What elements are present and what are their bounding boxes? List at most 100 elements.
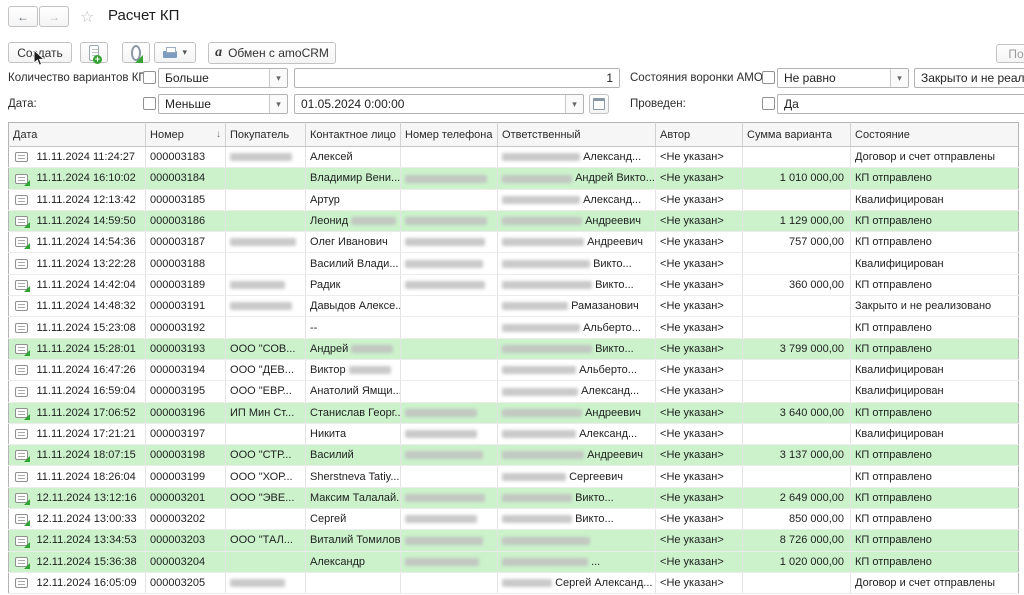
responsible-cell: Александ... — [498, 381, 656, 402]
amo-state-op-select[interactable]: Не равно ▾ — [777, 68, 909, 88]
author-cell: <Не указан> — [656, 210, 743, 231]
table-row[interactable]: 12.11.2024 13:12:16000003201ООО "ЭВЕ...М… — [9, 487, 1019, 508]
date-filter-checkbox[interactable] — [143, 97, 156, 110]
redacted-text — [405, 558, 479, 566]
chevron-down-icon[interactable]: ▾ — [565, 95, 583, 113]
contact-cell: Станислав Георг... — [306, 402, 401, 423]
redacted-text — [405, 430, 477, 438]
sum-cell: 360 000,00 — [743, 274, 851, 295]
contact-cell: Сергей — [306, 509, 401, 530]
table-row[interactable]: 11.11.2024 14:59:50000003186Леонид Андре… — [9, 210, 1019, 231]
table-row[interactable]: 11.11.2024 16:47:26000003194ООО "ДЕВ...В… — [9, 359, 1019, 380]
row-status-cell — [9, 487, 33, 508]
amo-state-filter-checkbox[interactable] — [762, 71, 775, 84]
number-cell: 000003188 — [146, 253, 226, 274]
sum-cell: 3 640 000,00 — [743, 402, 851, 423]
table-row[interactable]: 11.11.2024 18:07:15000003198ООО "СТР...В… — [9, 445, 1019, 466]
sum-cell — [743, 189, 851, 210]
date-op-select[interactable]: Меньше ▾ — [158, 94, 288, 114]
column-header-responsible[interactable]: Ответственный — [498, 123, 656, 147]
table-row[interactable]: 11.11.2024 16:10:02000003184Владимир Вен… — [9, 168, 1019, 189]
table-row[interactable]: 12.11.2024 16:05:09000003205 Сергей Алек… — [9, 572, 1019, 593]
posted-document-icon — [15, 344, 28, 354]
search-box[interactable]: Поиск — [996, 44, 1024, 63]
author-cell: <Не указан> — [656, 509, 743, 530]
buyer-cell — [226, 189, 306, 210]
column-header-contact[interactable]: Контактное лицо — [306, 123, 401, 147]
posted-filter-checkbox[interactable] — [762, 97, 775, 110]
nav-forward-button[interactable]: → — [39, 6, 69, 27]
table-header-row: Дата ↓ Номер Покупатель Контактное лицо … — [9, 123, 1019, 147]
contact-cell: Давыдов Алексе... — [306, 296, 401, 317]
column-header-state[interactable]: Состояние — [851, 123, 1019, 147]
table-row[interactable]: 12.11.2024 15:36:38000003204Александр ..… — [9, 551, 1019, 572]
amo-state-filter-label: Состояния воронки АМО: — [630, 72, 766, 84]
redacted-text — [502, 217, 582, 225]
posted-value-input[interactable]: Да — [777, 94, 1024, 114]
date-calendar-button[interactable] — [589, 94, 609, 114]
create-copy-button[interactable]: + — [80, 42, 108, 63]
contact-cell: Алексей — [306, 147, 401, 168]
column-header-date[interactable]: Дата — [9, 123, 146, 147]
chevron-down-icon[interactable]: ▾ — [890, 69, 908, 87]
responsible-cell: Александ... — [498, 423, 656, 444]
redacted-text — [502, 515, 572, 523]
redacted-text — [405, 175, 487, 183]
redacted-text — [405, 537, 483, 545]
phone-cell — [401, 147, 498, 168]
table-row[interactable]: 11.11.2024 15:23:08000003192-- Альберто.… — [9, 317, 1019, 338]
column-header-phone[interactable]: Номер телефона — [401, 123, 498, 147]
buyer-cell: ООО "СОВ... — [226, 338, 306, 359]
table-row[interactable]: 11.11.2024 14:54:36000003187Олег Иванови… — [9, 232, 1019, 253]
set-interval-button[interactable] — [122, 42, 150, 63]
redacted-text — [502, 196, 580, 204]
responsible-cell: Викто... — [498, 274, 656, 295]
variants-value-input[interactable]: 1 — [294, 68, 620, 88]
nav-back-button[interactable]: ← — [8, 6, 38, 27]
column-header-number[interactable]: ↓ Номер — [146, 123, 226, 147]
table-row[interactable]: 11.11.2024 12:13:42000003185Артур Алекса… — [9, 189, 1019, 210]
column-header-author[interactable]: Автор — [656, 123, 743, 147]
contact-cell: Олег Иванович — [306, 232, 401, 253]
row-status-cell — [9, 189, 33, 210]
phone-cell — [401, 189, 498, 210]
table-row[interactable]: 11.11.2024 14:48:32000003191Давыдов Алек… — [9, 296, 1019, 317]
variants-filter-checkbox[interactable] — [143, 71, 156, 84]
chevron-down-icon[interactable]: ▾ — [269, 95, 287, 113]
table-row[interactable]: 11.11.2024 13:22:28000003188Василий Влад… — [9, 253, 1019, 274]
table-row[interactable]: 11.11.2024 14:42:04000003189Радик Викто.… — [9, 274, 1019, 295]
number-cell: 000003185 — [146, 189, 226, 210]
contact-cell: Артур — [306, 189, 401, 210]
table-row[interactable]: 12.11.2024 13:00:33000003202Сергей Викто… — [9, 509, 1019, 530]
table-row[interactable]: 11.11.2024 16:59:04000003195ООО "ЕВР...А… — [9, 381, 1019, 402]
table-row[interactable]: 12.11.2024 13:34:53000003203ООО "ТАЛ...В… — [9, 530, 1019, 551]
redacted-text — [230, 579, 285, 587]
column-header-buyer[interactable]: Покупатель — [226, 123, 306, 147]
interval-circle-icon — [131, 45, 141, 61]
redacted-text — [502, 345, 592, 353]
amocrm-exchange-button[interactable]: a Обмен с amoCRM — [208, 42, 336, 64]
print-button[interactable]: ▾ — [154, 42, 196, 63]
redacted-text — [502, 260, 590, 268]
phone-cell — [401, 168, 498, 189]
table-row[interactable]: 11.11.2024 15:28:01000003193ООО "СОВ...А… — [9, 338, 1019, 359]
chevron-down-icon[interactable]: ▾ — [269, 69, 287, 87]
number-cell: 000003197 — [146, 423, 226, 444]
number-cell: 000003201 — [146, 487, 226, 508]
amo-state-value-input[interactable]: Закрыто и не реализовано — [914, 68, 1024, 88]
table-row[interactable]: 11.11.2024 11:24:27000003183Алексей Алек… — [9, 147, 1019, 168]
number-cell: 000003203 — [146, 530, 226, 551]
date-cell: 11.11.2024 13:22:28 — [33, 253, 146, 274]
table-row[interactable]: 11.11.2024 17:21:21000003197Никита Алекс… — [9, 423, 1019, 444]
column-header-number-label: Номер — [150, 129, 184, 141]
variants-op-select[interactable]: Больше ▾ — [158, 68, 288, 88]
column-header-sum[interactable]: Сумма варианта — [743, 123, 851, 147]
redacted-text — [405, 409, 477, 417]
author-cell: <Не указан> — [656, 274, 743, 295]
date-cell: 12.11.2024 16:05:09 — [33, 572, 146, 593]
date-value-input[interactable]: 01.05.2024 0:00:00 ▾ — [294, 94, 584, 114]
table-row[interactable]: 11.11.2024 17:06:52000003196ИП Мин Ст...… — [9, 402, 1019, 423]
favorite-star-icon[interactable]: ☆ — [80, 7, 94, 27]
table-row[interactable]: 11.11.2024 18:26:04000003199ООО "ХОР...S… — [9, 466, 1019, 487]
state-cell: КП отправлено — [851, 210, 1019, 231]
